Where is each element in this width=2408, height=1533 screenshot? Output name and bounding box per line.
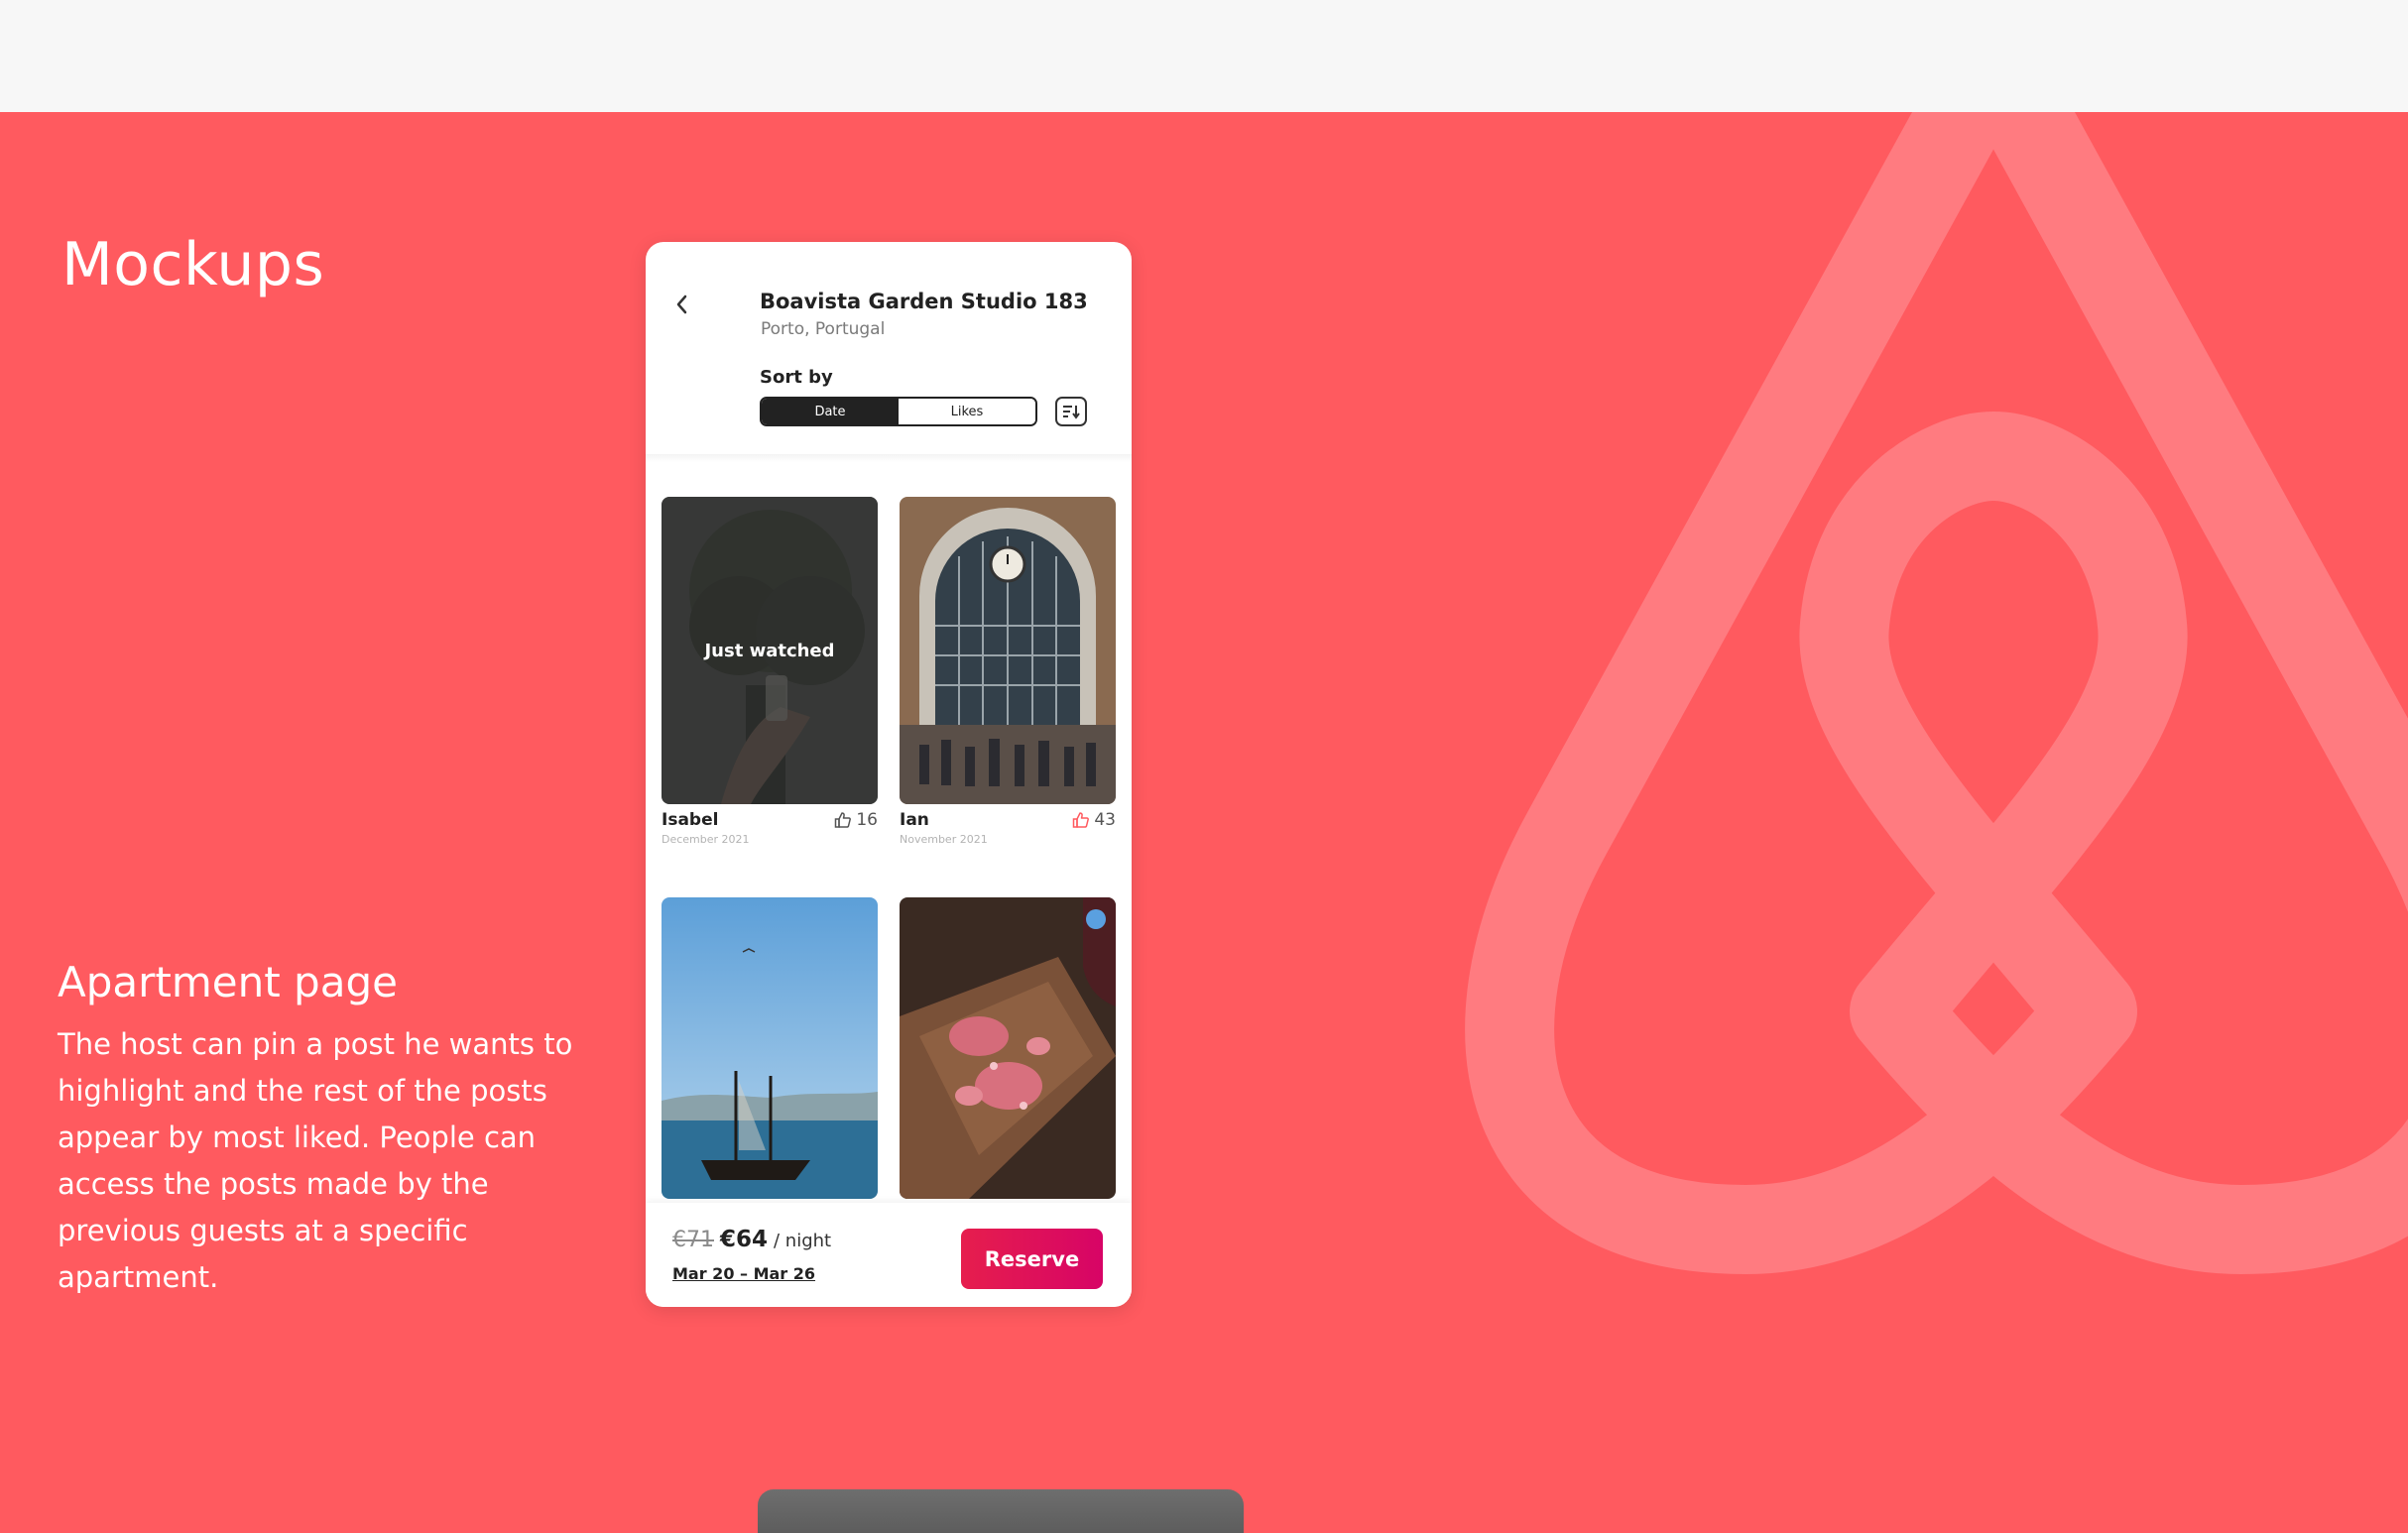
post-meta: Ian November 2021 43 <box>900 810 1116 856</box>
booking-bar: €71 €64 / night Mar 20 – Mar 26 Reserve <box>646 1203 1132 1307</box>
original-price: €71 <box>672 1228 714 1252</box>
thumbs-up-icon <box>1073 812 1090 828</box>
like-count: 16 <box>856 810 878 830</box>
price-row: €71 €64 / night <box>672 1227 831 1252</box>
just-watched-overlay: Just watched <box>662 497 878 804</box>
back-button[interactable] <box>667 290 697 319</box>
phone-mockup: Boavista Garden Studio 183 Porto, Portug… <box>646 242 1132 1307</box>
price-unit: / night <box>774 1231 832 1251</box>
description-body: The host can pin a post he wants to high… <box>58 1027 573 1294</box>
post-card: Ian November 2021 43 <box>900 497 1116 856</box>
post-date: November 2021 <box>900 833 988 846</box>
post-photo <box>900 897 1116 1199</box>
reserve-button[interactable]: Reserve <box>961 1229 1103 1289</box>
section-title: Mockups <box>61 230 325 299</box>
like-count: 43 <box>1094 810 1116 830</box>
post-image-isabel[interactable]: Just watched <box>662 497 878 804</box>
like-button[interactable]: 43 <box>1072 810 1116 830</box>
post-meta: Isabel December 2021 16 <box>662 810 878 856</box>
top-bar <box>0 0 2408 112</box>
chevron-left-icon <box>676 295 687 314</box>
sort-descending-icon <box>1063 406 1080 419</box>
listing-location: Porto, Portugal <box>761 319 886 339</box>
post-card <box>900 897 1116 1199</box>
header-divider <box>646 454 1132 462</box>
like-button[interactable]: 16 <box>834 810 878 830</box>
sort-option-likes[interactable]: Likes <box>899 399 1035 424</box>
sort-option-date[interactable]: Date <box>762 399 899 424</box>
post-author: Isabel <box>662 810 719 830</box>
next-phone-mockup-peek <box>758 1489 1244 1533</box>
post-image-ian[interactable] <box>900 497 1116 804</box>
airbnb-logo-watermark <box>1465 84 2408 1274</box>
thumbs-up-icon <box>835 812 852 828</box>
description-title: Apartment page <box>58 958 398 1006</box>
post-card: Just watched Isabel December 2021 16 <box>662 497 878 856</box>
post-photo <box>662 897 878 1199</box>
post-date: December 2021 <box>662 833 750 846</box>
post-photo <box>900 497 1116 804</box>
post-card <box>662 897 878 1199</box>
current-price: €64 <box>720 1227 769 1252</box>
sort-direction-button[interactable] <box>1055 397 1087 426</box>
sort-segmented-control: Date Likes <box>760 397 1037 426</box>
sort-label: Sort by <box>760 367 833 388</box>
post-author: Ian <box>900 810 929 830</box>
stay-dates-link[interactable]: Mar 20 – Mar 26 <box>672 1264 815 1283</box>
post-image-boat[interactable] <box>662 897 878 1199</box>
listing-title: Boavista Garden Studio 183 <box>760 290 1088 313</box>
post-image-dessert[interactable] <box>900 897 1116 1199</box>
